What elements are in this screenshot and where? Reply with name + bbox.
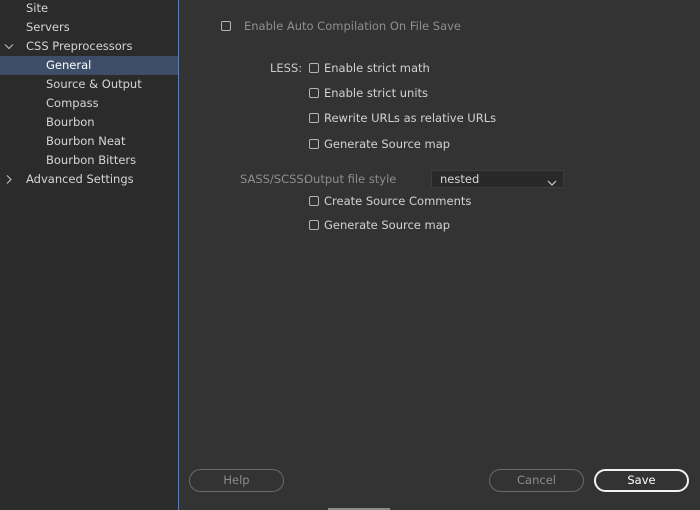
sidebar-item-css-preprocessors[interactable]: CSS Preprocessors — [0, 37, 178, 56]
source-comments-label: Create Source Comments — [324, 194, 472, 208]
strict-units-label: Enable strict units — [324, 86, 429, 100]
sass-source-map-checkbox[interactable] — [309, 220, 319, 230]
rewrite-urls-checkbox[interactable] — [309, 113, 319, 123]
sidebar-item-bourbon-neat[interactable]: Bourbon Neat — [0, 132, 178, 151]
less-section-label: LESS: — [270, 61, 303, 75]
chevron-right-icon[interactable] — [4, 170, 14, 189]
sidebar-item-label: Bourbon Bitters — [46, 153, 137, 167]
auto-compile-label: Enable Auto Compilation On File Save — [244, 19, 461, 33]
strict-units-checkbox[interactable] — [309, 88, 319, 98]
sidebar-item-site[interactable]: Site — [0, 0, 178, 18]
sidebar-item-label: Site — [26, 1, 49, 15]
chevron-down-icon — [547, 176, 557, 190]
output-style-label: Output file style — [304, 172, 397, 186]
sidebar-item-compass[interactable]: Compass — [0, 94, 178, 113]
cancel-button[interactable]: Cancel — [489, 469, 584, 492]
strict-math-checkbox[interactable] — [309, 63, 319, 73]
sidebar-item-label: Compass — [46, 96, 99, 110]
sidebar-item-label: General — [46, 58, 92, 72]
sidebar: Site Servers CSS Preprocessors General S… — [0, 0, 179, 510]
settings-panel: Enable Auto Compilation On File Save LES… — [179, 0, 700, 510]
sidebar-item-label: Advanced Settings — [26, 172, 134, 186]
sidebar-item-source-output[interactable]: Source & Output — [0, 75, 178, 94]
sidebar-item-label: Bourbon — [46, 115, 95, 129]
sidebar-item-bourbon-bitters[interactable]: Bourbon Bitters — [0, 151, 178, 170]
sidebar-item-bourbon[interactable]: Bourbon — [0, 113, 178, 132]
rewrite-urls-label: Rewrite URLs as relative URLs — [324, 111, 497, 125]
sidebar-item-label: CSS Preprocessors — [26, 39, 133, 53]
sidebar-item-label: Source & Output — [46, 77, 142, 91]
strict-math-label: Enable strict math — [324, 61, 430, 75]
output-style-select[interactable]: nested — [431, 170, 564, 188]
sass-source-map-label: Generate Source map — [324, 218, 451, 232]
less-source-map-label: Generate Source map — [324, 137, 451, 151]
sass-section-label: SASS/SCSS: — [240, 172, 308, 186]
less-source-map-checkbox[interactable] — [309, 139, 319, 149]
help-button[interactable]: Help — [189, 469, 284, 492]
sidebar-item-general[interactable]: General — [0, 56, 178, 75]
sidebar-item-servers[interactable]: Servers — [0, 18, 178, 37]
output-style-value: nested — [440, 172, 480, 186]
auto-compile-checkbox[interactable] — [221, 21, 231, 31]
sidebar-item-advanced-settings[interactable]: Advanced Settings — [0, 170, 178, 189]
sidebar-item-label: Servers — [26, 20, 70, 34]
sidebar-item-label: Bourbon Neat — [46, 134, 126, 148]
source-comments-checkbox[interactable] — [309, 196, 319, 206]
chevron-down-icon[interactable] — [4, 37, 14, 56]
save-button[interactable]: Save — [594, 469, 689, 492]
